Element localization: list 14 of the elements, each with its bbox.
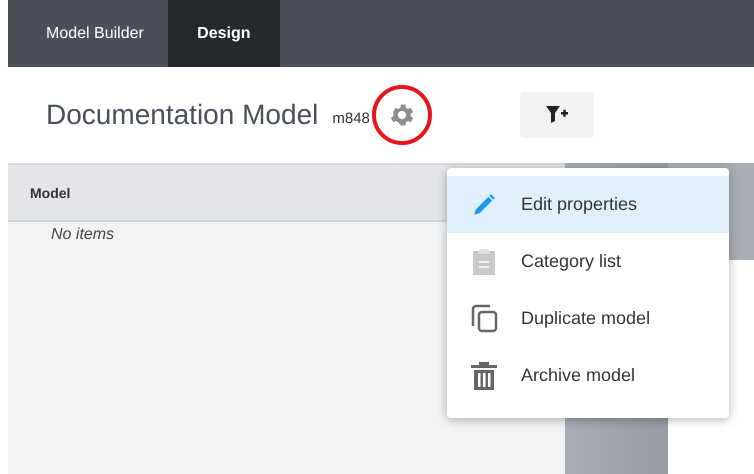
trash-icon <box>470 360 498 390</box>
nav-tab[interactable]: Design <box>168 0 280 67</box>
menu-item[interactable]: Archive model <box>447 347 729 404</box>
copy-icon <box>470 304 498 334</box>
empty-message: No items <box>50 225 116 244</box>
model-code: m848 <box>332 110 370 126</box>
model-title: Documentation Model <box>46 99 318 131</box>
menu-item[interactable]: Category list <box>447 233 729 290</box>
menu-item[interactable]: Edit properties <box>447 176 729 233</box>
clipboard-icon <box>473 248 495 274</box>
nav-tab[interactable]: Model Builder <box>22 0 168 67</box>
filter-plus-icon <box>546 105 568 125</box>
add-filter-button[interactable] <box>520 92 594 138</box>
menu-item[interactable]: Duplicate model <box>447 290 729 347</box>
